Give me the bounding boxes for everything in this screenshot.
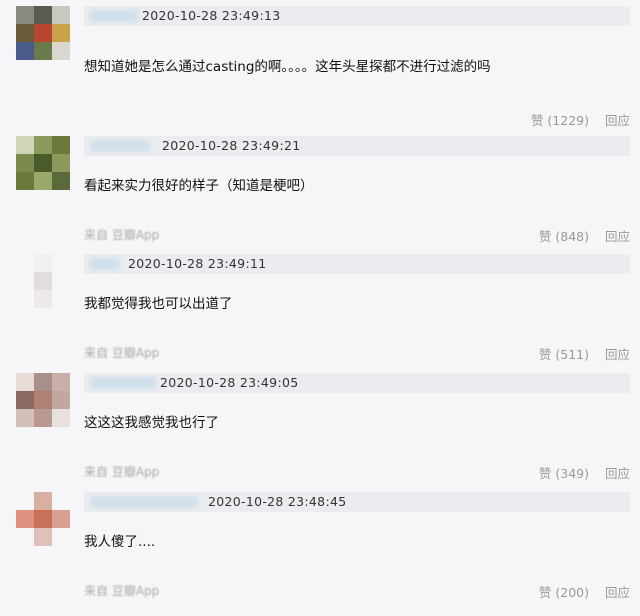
avatar[interactable] <box>16 6 70 60</box>
avatar-pixel <box>34 24 52 42</box>
comment-meta: 2020-10-28 23:48:45 <box>84 492 630 512</box>
source-label: 来自 豆瓣App <box>84 465 160 479</box>
avatar-pixel <box>52 254 70 272</box>
comment-text: 我都觉得我也可以出道了 <box>84 296 233 312</box>
comment-source: 来自 豆瓣App <box>84 463 159 480</box>
comment-text: 看起来实力很好的样子（知道是梗吧） <box>84 178 314 194</box>
timestamp: 2020-10-28 23:48:45 <box>208 494 347 509</box>
reply-button[interactable]: 回应 <box>605 347 630 362</box>
reply-button[interactable]: 回应 <box>605 466 630 481</box>
avatar-pixel <box>52 373 70 391</box>
avatar[interactable] <box>16 373 70 427</box>
avatar-pixel <box>52 391 70 409</box>
avatar-pixel <box>34 510 52 528</box>
username-blurred[interactable] <box>90 140 150 152</box>
avatar-pixel <box>16 6 34 24</box>
avatar-pixel <box>16 42 34 60</box>
source-label: 来自 豆瓣App <box>84 346 160 360</box>
avatar-pixel <box>52 290 70 308</box>
avatar-pixel <box>34 154 52 172</box>
username-blurred[interactable] <box>90 496 198 508</box>
comment-item: 2020-10-28 23:49:11 我都觉得我也可以出道了 来自 豆瓣App… <box>0 248 640 366</box>
avatar-pixel <box>34 172 52 190</box>
avatar-pixel <box>34 6 52 24</box>
username-blurred[interactable] <box>90 377 156 389</box>
avatar-pixel <box>34 409 52 427</box>
avatar-pixel <box>52 409 70 427</box>
comment-text: 这这这我感觉我也行了 <box>84 415 219 431</box>
source-label: 来自 豆瓣App <box>84 584 160 598</box>
comment-actions: 赞 (511) 回应 <box>527 344 630 363</box>
avatar-pixel <box>34 254 52 272</box>
comment-text: 我人傻了.... <box>84 534 156 550</box>
avatar-pixel <box>16 290 34 308</box>
avatar-pixel <box>16 373 34 391</box>
comment-source: 来自 豆瓣App <box>84 582 159 599</box>
avatar-pixel <box>16 172 34 190</box>
avatar-pixel <box>52 492 70 510</box>
avatar-pixel <box>34 290 52 308</box>
username-blurred[interactable] <box>90 258 120 270</box>
comment-meta: 2020-10-28 23:49:21 <box>84 136 630 156</box>
comment-meta: 2020-10-28 23:49:05 <box>84 373 630 393</box>
like-button[interactable]: 赞 (349) <box>539 466 589 481</box>
timestamp: 2020-10-28 23:49:11 <box>128 256 267 271</box>
avatar[interactable] <box>16 492 70 546</box>
avatar-pixel <box>52 136 70 154</box>
comment-actions: 赞 (200) 回应 <box>527 582 630 601</box>
avatar-pixel <box>34 528 52 546</box>
comment-meta: 2020-10-28 23:49:11 <box>84 254 630 274</box>
avatar-pixel <box>52 528 70 546</box>
avatar-pixel <box>52 42 70 60</box>
comment-text: 想知道她是怎么通过casting的啊。。。。这年头星探都不进行过滤的吗 <box>84 59 491 75</box>
reply-button[interactable]: 回应 <box>605 113 630 128</box>
comment-item: 2020-10-28 23:49:13 想知道她是怎么通过casting的啊。。… <box>0 0 640 128</box>
timestamp: 2020-10-28 23:49:05 <box>160 375 299 390</box>
timestamp: 2020-10-28 23:49:13 <box>142 8 281 23</box>
avatar-pixel <box>16 154 34 172</box>
avatar[interactable] <box>16 136 70 190</box>
source-label: 来自 豆瓣App <box>84 228 160 242</box>
comment-actions: 赞 (1229) 回应 <box>519 110 630 129</box>
avatar-pixel <box>16 254 34 272</box>
comment-actions: 赞 (848) 回应 <box>527 226 630 245</box>
like-button[interactable]: 赞 (1229) <box>531 113 589 128</box>
avatar-pixel <box>52 24 70 42</box>
comment-actions: 赞 (349) 回应 <box>527 463 630 482</box>
avatar-pixel <box>34 373 52 391</box>
avatar-pixel <box>16 272 34 290</box>
avatar-pixel <box>34 136 52 154</box>
like-button[interactable]: 赞 (511) <box>539 347 589 362</box>
reply-button[interactable]: 回应 <box>605 229 630 244</box>
avatar-pixel <box>34 42 52 60</box>
avatar-pixel <box>16 492 34 510</box>
comment-item: 2020-10-28 23:48:45 我人傻了.... 来自 豆瓣App 赞 … <box>0 486 640 604</box>
avatar-pixel <box>16 409 34 427</box>
avatar-pixel <box>16 510 34 528</box>
avatar-pixel <box>16 136 34 154</box>
avatar-pixel <box>52 510 70 528</box>
avatar-pixel <box>52 172 70 190</box>
like-button[interactable]: 赞 (200) <box>539 585 589 600</box>
avatar[interactable] <box>16 254 70 308</box>
avatar-pixel <box>34 272 52 290</box>
avatar-pixel <box>16 24 34 42</box>
comment-item: 2020-10-28 23:49:21 看起来实力很好的样子（知道是梗吧） 来自… <box>0 130 640 248</box>
comment-item: 2020-10-28 23:49:05 这这这我感觉我也行了 来自 豆瓣App … <box>0 367 640 485</box>
comment-source: 来自 豆瓣App <box>84 226 159 243</box>
avatar-pixel <box>16 528 34 546</box>
avatar-pixel <box>52 6 70 24</box>
timestamp: 2020-10-28 23:49:21 <box>162 138 301 153</box>
comment-source: 来自 豆瓣App <box>84 344 159 361</box>
avatar-pixel <box>52 272 70 290</box>
reply-button[interactable]: 回应 <box>605 585 630 600</box>
username-blurred[interactable] <box>90 10 138 22</box>
avatar-pixel <box>34 492 52 510</box>
avatar-pixel <box>34 391 52 409</box>
avatar-pixel <box>52 154 70 172</box>
comment-meta: 2020-10-28 23:49:13 <box>84 6 630 26</box>
avatar-pixel <box>16 391 34 409</box>
like-button[interactable]: 赞 (848) <box>539 229 589 244</box>
